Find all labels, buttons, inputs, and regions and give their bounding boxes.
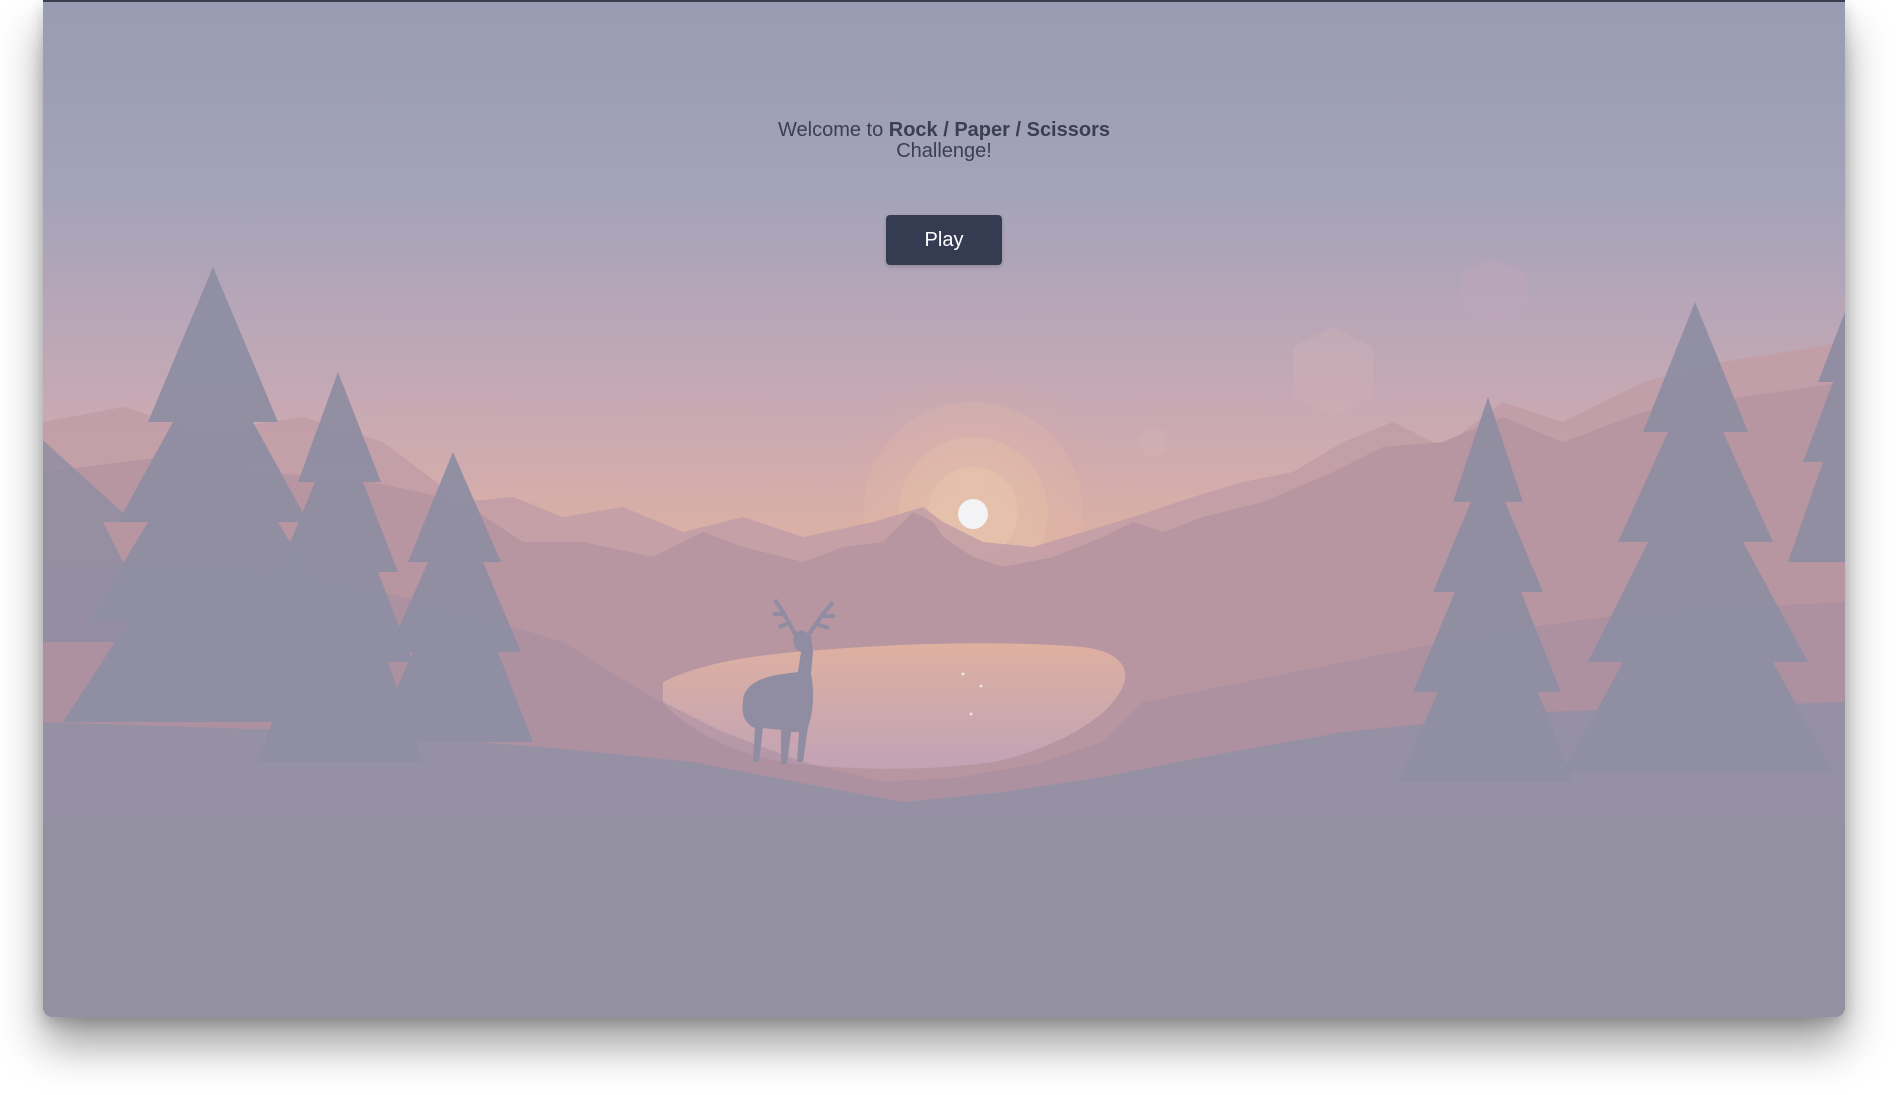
play-button[interactable]: Play	[886, 215, 1002, 265]
welcome-message: Welcome to Rock / Paper / Scissors Chall…	[43, 120, 1845, 162]
game-title: Rock / Paper / Scissors	[888, 119, 1110, 141]
menu-overlay: Welcome to Rock / Paper / Scissors Chall…	[43, 2, 1845, 1017]
welcome-prefix: Welcome to	[777, 119, 889, 141]
welcome-line-1: Welcome to Rock / Paper / Scissors	[43, 120, 1845, 141]
welcome-line-2: Challenge!	[896, 140, 992, 162]
game-window: Welcome to Rock / Paper / Scissors Chall…	[43, 0, 1845, 1017]
